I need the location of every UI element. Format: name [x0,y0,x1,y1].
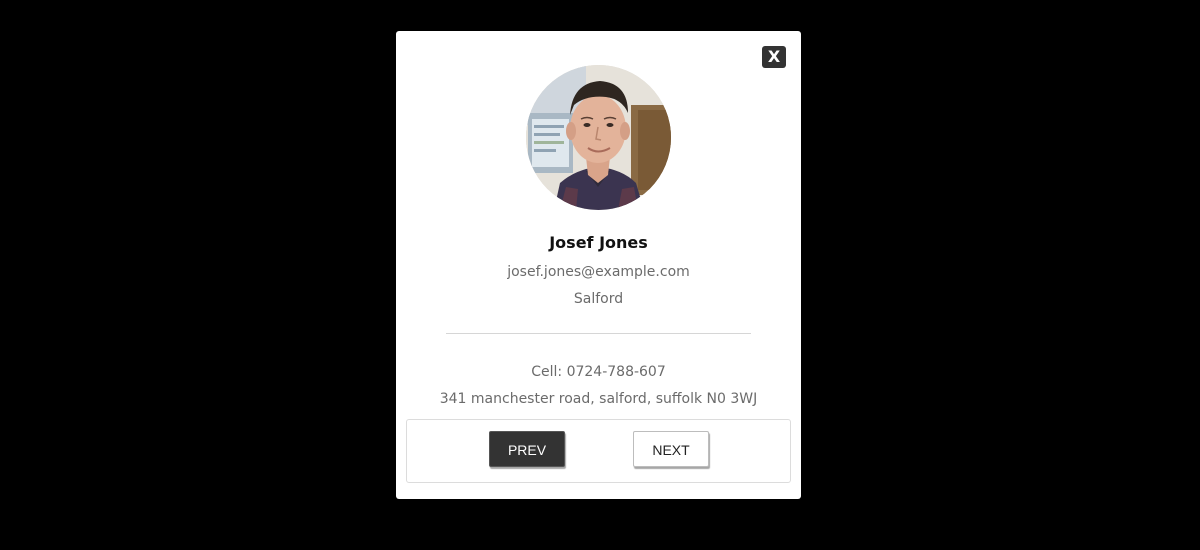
avatar [526,65,671,210]
contact-modal: X Josef Jones josef.jones@example.com Sa… [396,31,801,499]
profile-photo-icon [526,65,671,210]
contact-email: josef.jones@example.com [507,264,690,280]
contact-name: Josef Jones [549,233,648,252]
contact-cell: Cell: 0724-788-607 [531,364,666,380]
close-button[interactable]: X [762,46,786,68]
modal-footer: PREV NEXT [406,419,791,483]
divider [446,333,751,334]
prev-button[interactable]: PREV [489,431,565,467]
contact-city: Salford [573,291,624,307]
contact-address: 341 manchester road, salford, suffolk N0… [439,391,758,407]
next-button[interactable]: NEXT [633,431,709,467]
